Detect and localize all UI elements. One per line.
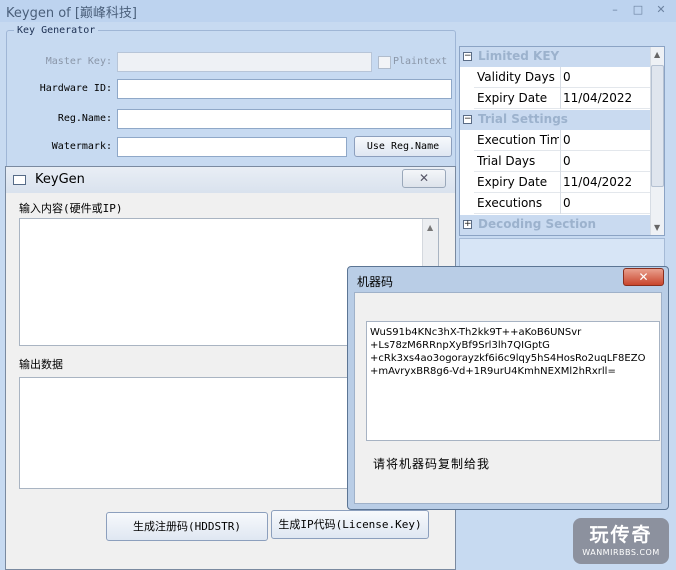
code-line: +mAvryxBR8g6-Vd+1R9urU4KmhNEXMl2hRxrll=	[370, 366, 616, 377]
column-divider	[560, 172, 561, 193]
window-icon	[13, 175, 26, 185]
column-divider	[560, 193, 561, 214]
category-label: Trial Settings	[478, 112, 568, 126]
maximize-button[interactable]: □	[629, 2, 647, 18]
machine-code-close-button[interactable]: ✕	[623, 268, 664, 286]
category-decoding-section[interactable]: + Decoding Section	[460, 215, 650, 235]
code-line: +Ls78zM6RRnpXyBf9Srl3lh7QIGptG	[370, 340, 550, 351]
hardware-id-label: Hardware ID:	[39, 83, 112, 94]
generate-ip-code-button[interactable]: 生成IP代码(License.Key)	[271, 510, 429, 539]
minimize-button[interactable]: –	[606, 2, 624, 18]
reg-name-input[interactable]	[117, 109, 452, 129]
property-value[interactable]: 0	[563, 196, 571, 210]
property-name: Expiry Date	[477, 91, 548, 105]
keygen-close-button[interactable]: ✕	[402, 169, 446, 188]
code-line: WuS91b4KNc3hX-Th2kk9T++aKoB6UNSvr	[370, 327, 582, 338]
output-data-label: 输出数据	[19, 358, 63, 371]
watermark-label: Watermark:	[51, 141, 112, 152]
scroll-down-icon[interactable]: ▼	[654, 223, 660, 232]
property-value[interactable]: 0	[563, 70, 571, 84]
generate-reg-code-button[interactable]: 生成注册码(HDDSTR)	[106, 512, 268, 541]
property-grid-scroll-thumb[interactable]	[651, 65, 664, 187]
plaintext-checkbox[interactable]	[378, 56, 391, 69]
keygen-window-title: KeyGen	[35, 172, 85, 187]
property-name: Executions	[477, 196, 543, 210]
use-reg-name-button[interactable]: Use Reg.Name	[354, 136, 452, 157]
code-line: +cRk3xs4ao3ogorayzkf6i6c9lqy5hS4HosRo2uq…	[370, 353, 646, 364]
scroll-up-icon[interactable]: ▲	[654, 50, 660, 59]
property-name: Validity Days	[477, 70, 555, 84]
input-content-label: 输入内容(硬件或IP)	[19, 202, 123, 215]
category-limited-key[interactable]: − Limited KEY	[460, 47, 650, 67]
machine-code-client-area: WuS91b4KNc3hX-Th2kk9T++aKoB6UNSvr +Ls78z…	[354, 292, 662, 504]
machine-code-title: 机器码	[357, 275, 394, 289]
expand-icon[interactable]: +	[463, 220, 472, 229]
master-key-label: Master Key:	[45, 56, 112, 67]
property-description-panel	[459, 238, 665, 268]
property-name: Execution Time	[477, 133, 559, 147]
property-value[interactable]: 11/04/2022	[563, 175, 632, 189]
collapse-icon[interactable]: −	[463, 52, 472, 61]
property-row-trial-days[interactable]: Trial Days 0	[474, 151, 650, 172]
scroll-up-icon[interactable]: ▲	[427, 223, 433, 232]
column-divider	[560, 88, 561, 109]
collapse-icon[interactable]: −	[463, 115, 472, 124]
column-divider	[560, 130, 561, 151]
property-grid[interactable]: − Limited KEY Validity Days 0 Expiry Dat…	[459, 46, 665, 236]
property-row-trial-expiry-date[interactable]: Expiry Date 11/04/2022	[474, 172, 650, 193]
property-value[interactable]: 0	[563, 154, 571, 168]
property-row-validity-days[interactable]: Validity Days 0	[474, 67, 650, 88]
machine-code-dialog: 机器码 ✕ WuS91b4KNc3hX-Th2kk9T++aKoB6UNSvr …	[347, 266, 669, 510]
copy-hint-label: 请将机器码复制给我	[373, 457, 491, 471]
watermark-logo: 玩传奇 WANMIRBBS.COM	[573, 518, 669, 564]
key-generator-group-label: Key Generator	[14, 25, 99, 36]
property-row-execution-time[interactable]: Execution Time 0	[474, 130, 650, 151]
reg-name-label: Reg.Name:	[57, 113, 112, 124]
property-name: Expiry Date	[477, 175, 548, 189]
watermark-url: WANMIRBBS.COM	[582, 548, 660, 557]
column-divider	[560, 67, 561, 88]
close-button[interactable]: ✕	[652, 2, 670, 18]
watermark-brand: 玩传奇	[589, 524, 653, 546]
category-trial-settings[interactable]: − Trial Settings	[460, 110, 650, 130]
property-row-expiry-date[interactable]: Expiry Date 11/04/2022	[474, 88, 650, 109]
hardware-id-input[interactable]	[117, 79, 452, 99]
property-row-executions[interactable]: Executions 0	[474, 193, 650, 214]
property-value[interactable]: 11/04/2022	[563, 91, 632, 105]
category-label: Decoding Section	[478, 217, 597, 231]
property-name: Trial Days	[477, 154, 536, 168]
master-key-input[interactable]	[117, 52, 372, 72]
machine-code-textbox[interactable]: WuS91b4KNc3hX-Th2kk9T++aKoB6UNSvr +Ls78z…	[366, 321, 660, 441]
watermark-input[interactable]	[117, 137, 347, 157]
main-window-title: Keygen of [巅峰科技]	[6, 6, 137, 21]
category-label: Limited KEY	[478, 49, 560, 63]
plaintext-label: Plaintext	[393, 56, 448, 67]
property-value[interactable]: 0	[563, 133, 571, 147]
column-divider	[560, 151, 561, 172]
